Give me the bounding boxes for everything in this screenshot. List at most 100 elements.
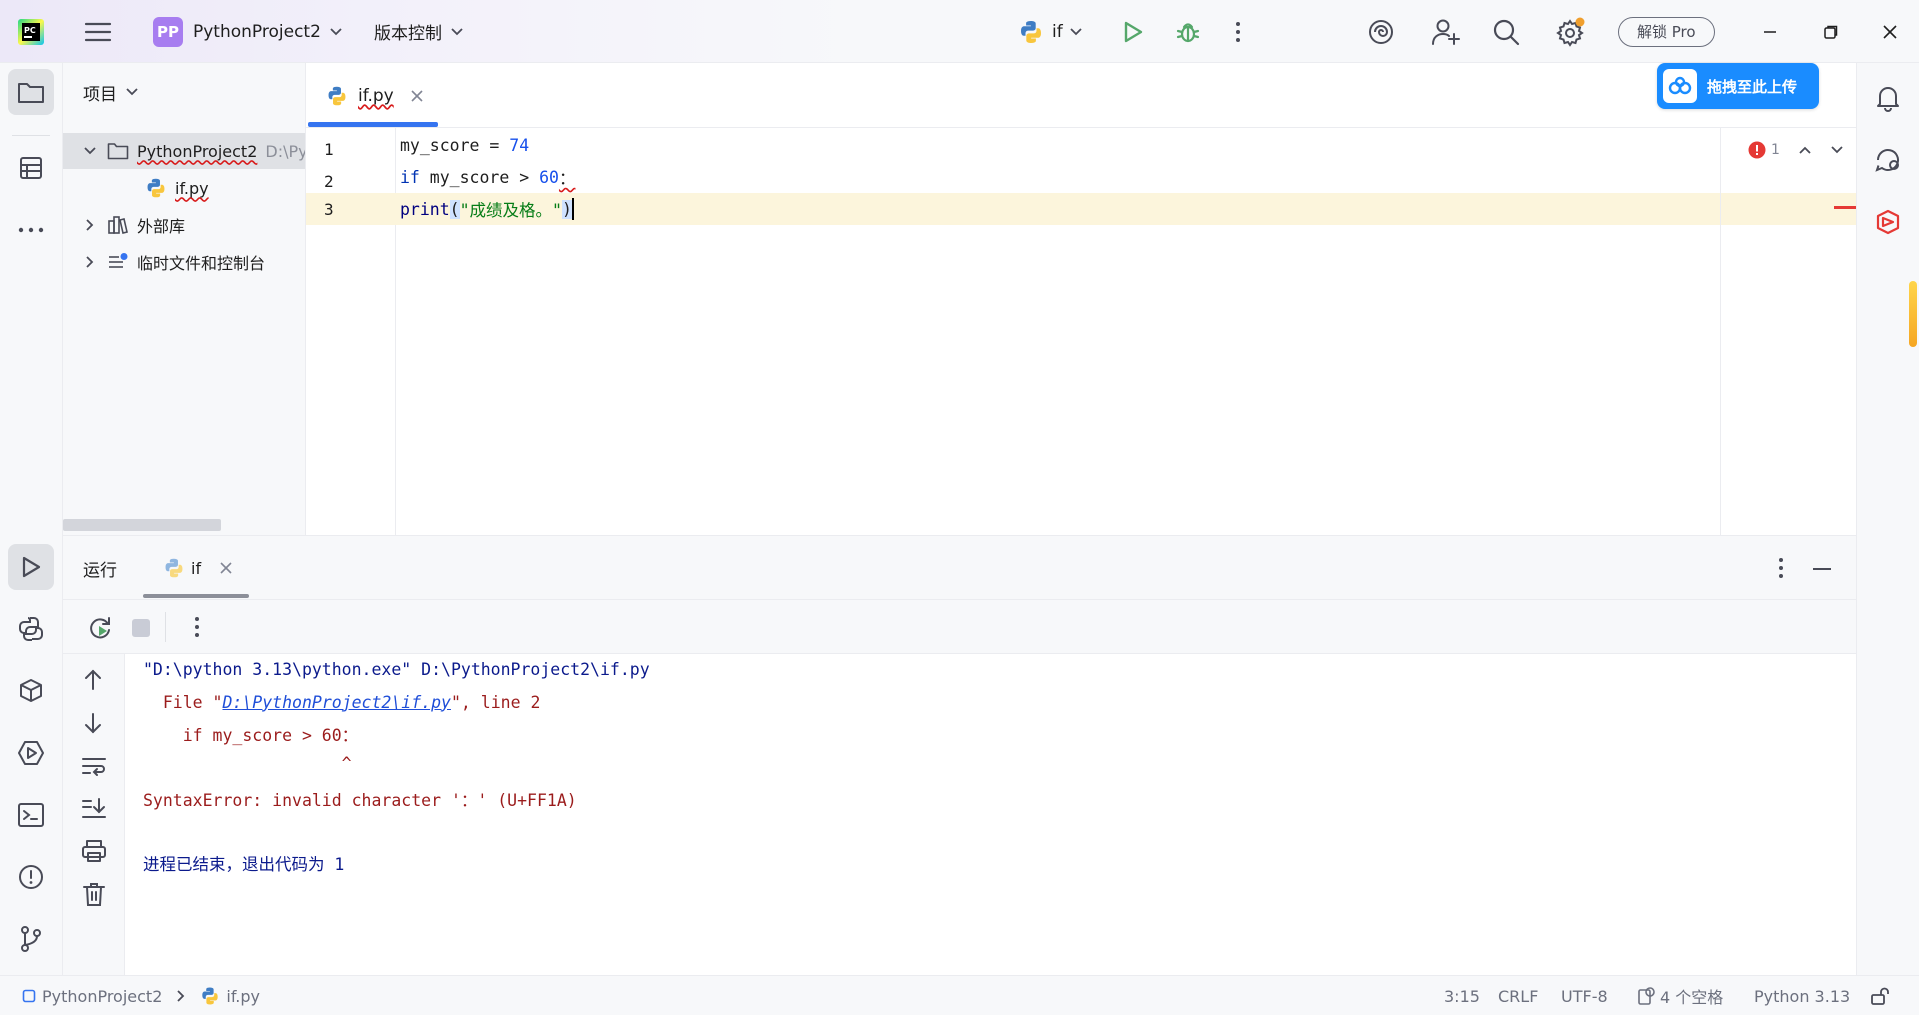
editorconfig-icon [1636,986,1656,1006]
console-error-line: SyntaxError: invalid character '：' (U+FF… [143,791,577,810]
console-text: ", line 2 [450,692,541,712]
problems-button[interactable] [8,854,54,900]
plugin-tool-button[interactable] [1865,199,1911,245]
ai-chat-button[interactable] [1865,137,1911,183]
code-token: ( [449,199,460,219]
structure-tool-button[interactable] [8,145,54,191]
code-token: my_score [400,135,480,155]
cloud-disk-icon [1663,69,1697,103]
rerun-icon[interactable] [87,615,113,641]
run-config-selector[interactable]: if [1018,0,1083,63]
project-panel-title: 项目 [83,84,117,105]
git-button[interactable] [8,916,54,962]
chevron-up-icon[interactable] [1798,145,1812,155]
inspection-widget[interactable]: 1 [1748,138,1844,162]
horizontal-scrollbar[interactable] [63,519,221,531]
breadcrumb-project[interactable]: PythonProject2 [42,987,162,1006]
stop-icon[interactable] [131,618,151,638]
active-tab-indicator [308,122,438,127]
print-icon[interactable] [81,839,107,863]
indent-setting[interactable]: 4 个空格 [1636,976,1723,1016]
close-tab-icon[interactable] [219,561,233,575]
python-packages-button[interactable] [8,668,54,714]
python-file-icon [145,177,167,199]
project-tool-button[interactable] [8,69,54,115]
scroll-to-end-icon[interactable] [81,796,107,820]
soft-wrap-icon[interactable] [81,754,107,778]
python-interpreter[interactable]: Python 3.13 [1754,976,1850,1016]
arrow-down-icon[interactable] [82,711,104,735]
close-tab-icon[interactable] [410,89,424,103]
tree-item-scratches[interactable]: 临时文件和控制台 [63,244,305,280]
python-file-icon [326,85,348,107]
run-tab-if[interactable]: if [163,553,233,583]
run-config-name: if [1052,21,1063,42]
side-scroll-indicator[interactable] [1909,281,1917,347]
code-line-2[interactable]: if my_score > 60： [400,161,575,193]
breadcrumb-file[interactable]: if.py [226,987,260,1006]
search-icon[interactable] [1492,0,1520,63]
python-run-icon [163,557,185,579]
debug-button[interactable] [1175,0,1201,63]
run-button[interactable] [1121,0,1145,63]
if-py-label: if.py [175,178,209,198]
main-menu-icon[interactable] [84,0,112,63]
run-tool-button[interactable] [8,544,54,590]
trash-icon[interactable] [82,881,106,907]
chevron-right-icon [176,989,186,1003]
chevron-down-icon[interactable] [1830,145,1844,155]
project-view-dropdown[interactable]: 项目 [83,77,139,107]
run-tab-indicator [143,594,249,598]
chevron-right-icon[interactable] [85,218,95,232]
warning-circle-icon [17,863,45,891]
unlock-icon[interactable] [1870,976,1890,1016]
chevron-down-icon[interactable] [83,146,97,156]
code-line-3[interactable]: print("成绩及格。") [400,193,574,225]
terminal-button[interactable] [8,792,54,838]
caret-position[interactable]: 3:15 [1444,976,1480,1016]
tree-item-external-libraries[interactable]: 外部库 [63,207,305,243]
toolbar-divider [165,612,166,642]
line-separator[interactable]: CRLF [1498,976,1538,1016]
close-window-button[interactable] [1882,0,1898,63]
ai-assistant-icon[interactable] [1367,0,1395,63]
stripe-divider [12,135,50,136]
restore-window-button[interactable] [1823,0,1839,63]
editor-tab-if-py[interactable]: if.py [326,81,424,111]
editor-tab-label: if.py [358,86,394,106]
ai-chat-icon [1874,146,1902,174]
current-line-highlight-margin [1720,193,1856,225]
minimize-window-button[interactable] [1762,0,1778,63]
vcs-label: 版本控制 [374,24,442,44]
code-token-error: ： [558,169,576,188]
error-stripe-marker[interactable] [1834,206,1856,209]
code-line-1[interactable]: my_score = 74 [400,129,529,161]
chevron-right-icon[interactable] [85,255,95,269]
more-actions-icon[interactable] [1777,556,1785,580]
arrow-up-icon[interactable] [82,668,104,692]
module-icon [22,989,36,1003]
pycharm-logo-icon[interactable]: PC [18,0,44,63]
more-actions-icon[interactable] [193,615,201,639]
vcs-menu[interactable]: 版本控制 [374,0,464,63]
services-button[interactable] [8,730,54,776]
project-switcher[interactable]: PP PythonProject2 [153,0,343,63]
console-file-link[interactable]: D:\PythonProject2\if.py [222,693,450,712]
right-margin-guide [1720,128,1721,535]
unlock-pro-button[interactable]: 解锁 Pro [1618,0,1715,63]
add-user-icon[interactable] [1431,0,1461,63]
tree-item-project-root[interactable]: PythonProject2 D:\PythonProject2 [63,133,305,169]
error-icon [1748,141,1766,159]
project-name: PythonProject2 [193,21,321,42]
settings-gear-icon[interactable] [1555,0,1585,63]
more-tools-button[interactable] [8,207,54,253]
console-caret-line: ^ [143,753,352,773]
drag-upload-button[interactable]: 拖拽至此上传 [1657,63,1819,109]
notifications-button[interactable] [1865,75,1911,121]
run-toolbar [63,600,1856,654]
minimize-panel-icon[interactable] [1812,567,1832,571]
file-encoding[interactable]: UTF-8 [1561,976,1608,1016]
more-actions-icon[interactable] [1234,0,1242,63]
tree-item-if-py[interactable]: if.py [63,170,305,206]
python-console-button[interactable] [8,606,54,652]
